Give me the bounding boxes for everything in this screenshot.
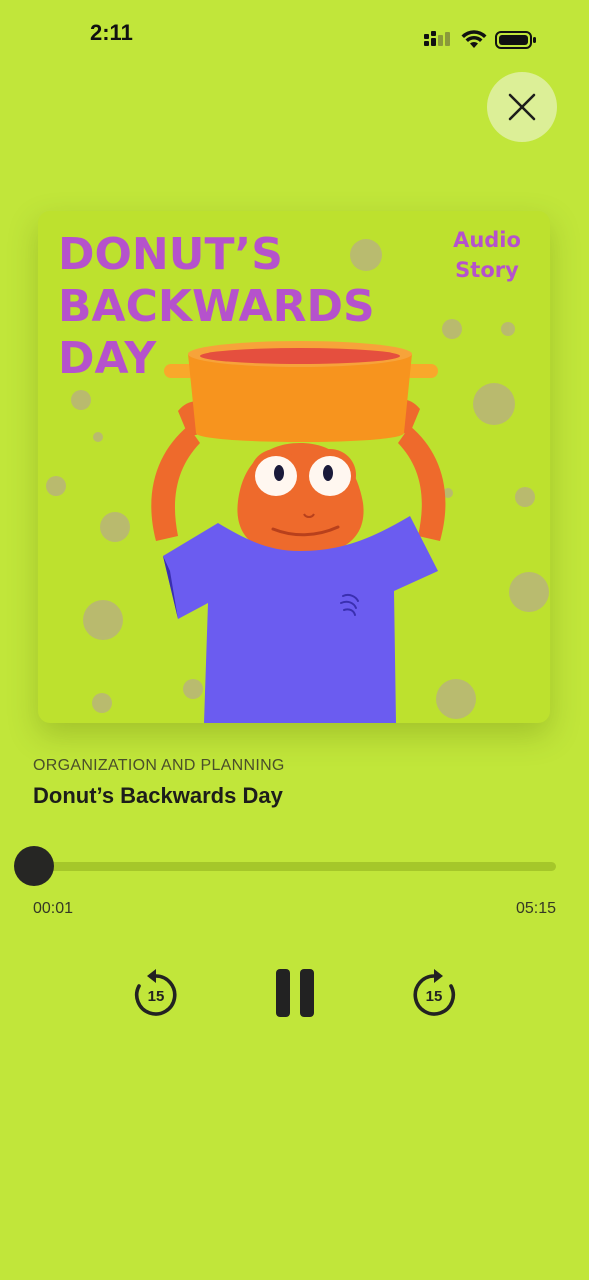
elapsed-time: 00:01 bbox=[33, 900, 74, 917]
close-button[interactable] bbox=[487, 72, 557, 142]
total-time: 05:15 bbox=[515, 900, 556, 917]
cover-title: DONUT’S BACKWARDS DAY bbox=[58, 229, 375, 384]
status-time: 2:11 bbox=[90, 20, 133, 45]
forward-15-button[interactable]: 15 bbox=[408, 968, 460, 1020]
progress-knob[interactable] bbox=[14, 846, 54, 886]
rewind-15-button[interactable]: 15 bbox=[130, 968, 182, 1020]
signal-icon bbox=[424, 31, 450, 46]
close-icon bbox=[508, 93, 536, 121]
wifi-icon bbox=[461, 30, 487, 48]
rewind-seconds: 15 bbox=[147, 987, 165, 1005]
forward-seconds: 15 bbox=[425, 987, 443, 1005]
pause-button[interactable] bbox=[268, 963, 322, 1023]
cover-tag: Audio Story bbox=[453, 228, 521, 282]
battery-icon bbox=[495, 31, 536, 49]
progress-bar[interactable] bbox=[34, 862, 556, 871]
track-title: Donut’s Backwards Day bbox=[33, 783, 283, 808]
pause-icon bbox=[276, 969, 314, 1017]
status-bar: 2:11 bbox=[0, 0, 589, 70]
status-icons bbox=[423, 30, 537, 50]
cover-artwork: DONUT’S BACKWARDS DAY Audio Story bbox=[38, 211, 550, 723]
track-category: ORGANIZATION AND PLANNING bbox=[33, 757, 285, 774]
